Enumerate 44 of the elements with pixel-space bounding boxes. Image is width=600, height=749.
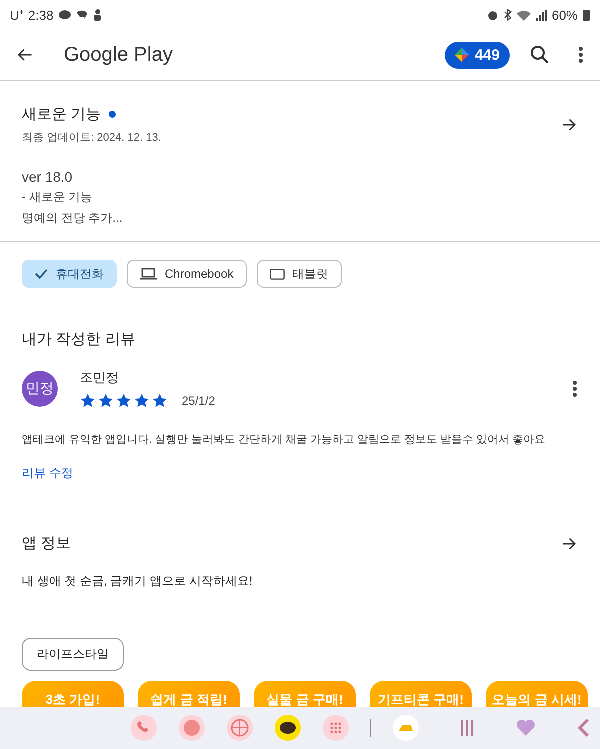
avatar: 민정 xyxy=(22,370,58,406)
section-heading: 내가 작성한 리뷰 xyxy=(22,330,136,349)
signal-icon xyxy=(536,10,547,20)
phone-icon[interactable] xyxy=(130,714,158,742)
device-chip[interactable]: 태블릿 xyxy=(256,260,342,288)
app-description: 내 생애 첫 순금, 금캐기 앱으로 시작하세요! xyxy=(22,573,254,590)
recents-icon[interactable] xyxy=(460,719,474,737)
section-heading: 앱 정보 xyxy=(22,534,72,553)
release-note-line: 명예의 전당 추가... xyxy=(22,210,124,227)
divider-line xyxy=(370,719,372,737)
edit-review-link[interactable]: 리뷰 수정 xyxy=(22,465,74,482)
app-bar-title: Google Play xyxy=(64,44,174,66)
diamond-icon xyxy=(454,48,469,62)
battery-level: 60% xyxy=(552,8,578,22)
laptop-icon xyxy=(140,268,157,280)
battery-icon xyxy=(583,9,590,21)
release-note-line: ver 18.0 xyxy=(22,169,74,185)
more-icon[interactable] xyxy=(572,380,578,398)
app-grid-icon[interactable] xyxy=(322,714,350,742)
tablet-icon xyxy=(270,268,285,280)
figure-icon xyxy=(92,9,102,21)
section-heading: 새로운 기능 xyxy=(22,105,102,124)
ingot-app-icon[interactable] xyxy=(392,714,420,742)
reviewer-name: 조민정 xyxy=(80,369,120,387)
more-icon[interactable] xyxy=(578,46,584,64)
check-icon xyxy=(35,269,48,279)
review-date: 25/1/2 xyxy=(182,394,216,408)
category-chip[interactable]: 라이프스타일 xyxy=(22,638,124,671)
search-icon[interactable] xyxy=(530,45,550,65)
speech-icon xyxy=(76,10,88,20)
clock: 2:38 xyxy=(28,8,54,22)
device-chip[interactable]: Chromebook xyxy=(127,260,247,288)
globe-icon[interactable] xyxy=(226,714,254,742)
heart-icon[interactable] xyxy=(516,719,536,737)
wifi-icon xyxy=(516,10,531,20)
chat-app-icon[interactable] xyxy=(274,714,302,742)
release-note-line: - 새로운 기능 xyxy=(22,189,94,206)
chat-bubble-icon xyxy=(58,10,71,20)
points-button[interactable]: 449 xyxy=(444,42,510,68)
last-updated-text: 최종 업데이트: 2024. 12. 13. xyxy=(22,131,162,145)
bluetooth-icon xyxy=(504,9,512,21)
device-chip[interactable]: 휴대전화 xyxy=(22,260,117,288)
carrier-label: U⁺ xyxy=(10,7,24,24)
review-text: 앱테크에 유익한 앱입니다. 실행만 눌러봐도 간단하게 채굴 가능하고 알림으로 정보도 받을수 있어서 좋아요 xyxy=(22,433,547,447)
